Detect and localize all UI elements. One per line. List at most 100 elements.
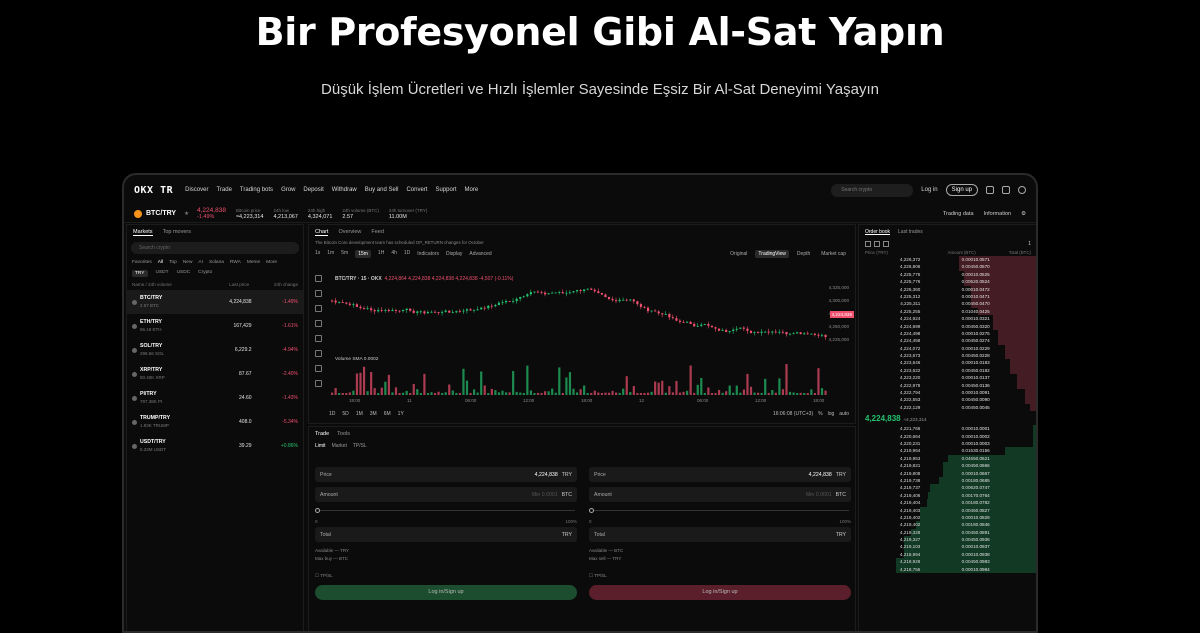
filter-rwa[interactable]: RWA [230, 260, 241, 265]
bid-row[interactable]: 4,218,755 0.0001 0.0984 [859, 565, 1036, 574]
ask-row[interactable]: 4,224,072 0.0001 0.0229 [859, 344, 1036, 353]
tab-last-trades[interactable]: Last trades [898, 229, 923, 235]
bids-only-icon[interactable] [874, 241, 880, 247]
filter-top[interactable]: Top [169, 260, 177, 265]
bid-row[interactable]: 4,220,231 0.0001 0.0003 [859, 439, 1036, 448]
bid-row[interactable]: 4,219,403 0.0045 0.0827 [859, 506, 1036, 514]
both-sides-icon[interactable] [865, 241, 871, 247]
bid-row[interactable]: 4,219,808 0.0001 0.0667 [859, 469, 1036, 477]
ask-row[interactable]: 4,223,622 0.0045 0.0182 [859, 366, 1036, 375]
bid-row[interactable]: 4,219,103 0.0001 0.0937 [859, 543, 1036, 551]
col-price[interactable]: Last price [200, 282, 249, 287]
nav-item-buy-and-sell[interactable]: Buy and Sell [365, 187, 399, 193]
nav-item-grow[interactable]: Grow [281, 187, 295, 193]
nav-item-trading-bots[interactable]: Trading bots [240, 187, 273, 193]
ticker-pair[interactable]: BTC/TRY [146, 210, 176, 217]
buy-total-field[interactable]: Total TRY [315, 527, 577, 542]
filter-all[interactable]: All [158, 260, 163, 265]
bid-row[interactable]: 4,219,404 0.0018 0.0782 [859, 499, 1036, 507]
login-link[interactable]: Log in [921, 187, 937, 193]
sell-amount-slider[interactable] [589, 507, 851, 515]
asks-only-icon[interactable] [883, 241, 889, 247]
market-row[interactable]: ETH/TRY 86.19 ETH 167,429 -1.61% [127, 314, 303, 338]
ask-row[interactable]: 4,222,794 0.0001 0.0091 [859, 389, 1036, 397]
bid-row[interactable]: 4,219,821 0.0045 0.0666 [859, 462, 1036, 470]
download-icon[interactable] [986, 186, 994, 194]
bid-row[interactable]: 4,219,953 0.0465 0.0621 [859, 454, 1036, 463]
bid-row[interactable]: 4,221,766 0.0001 0.0001 [859, 425, 1036, 433]
tab-tools[interactable]: Tools [337, 431, 350, 437]
filter-favorites[interactable]: Favorites [132, 260, 152, 265]
bid-row[interactable]: 4,218,928 0.0045 0.0983 [859, 558, 1036, 566]
tab-markets[interactable]: Markets [133, 229, 153, 236]
sell-amount-field[interactable]: Amount Min 0.0001 BTC [589, 487, 851, 502]
ask-row[interactable]: 4,225,255 0.0104 0.0425 [859, 307, 1036, 316]
buy-amount-field[interactable]: Amount Min 0.0001 BTC [315, 487, 577, 502]
ask-row[interactable]: 4,226,372 0.0001 0.0571 [859, 256, 1036, 264]
market-row[interactable]: BTC/TRY 2.57 BTC 4,224,838 -1.49% [127, 290, 303, 314]
nav-item-support[interactable]: Support [435, 187, 456, 193]
sell-login-button[interactable]: Log in/Sign up [589, 585, 851, 600]
market-row[interactable]: XRP/TRY 50.40K XRP 87.67 -2.40% [127, 362, 303, 386]
filter-new[interactable]: New [183, 260, 193, 265]
ask-row[interactable]: 4,223,646 0.0001 0.0183 [859, 359, 1036, 367]
bid-row[interactable]: 4,219,406 0.0017 0.0764 [859, 491, 1036, 500]
ask-row[interactable]: 4,224,498 0.0001 0.0275 [859, 329, 1036, 338]
range-5d[interactable]: 5D [342, 411, 348, 417]
buy-tpsl-checkbox[interactable]: ☐ TP/SL [315, 573, 577, 579]
sell-tpsl-checkbox[interactable]: ☐ TP/SL [589, 573, 851, 579]
okx-logo[interactable]: OKX TR [134, 185, 173, 196]
settings-icon[interactable]: ⚙ [1021, 211, 1026, 217]
ask-row[interactable]: 4,224,924 0.0001 0.0321 [859, 315, 1036, 323]
bell-icon[interactable] [1002, 186, 1010, 194]
order-type-market[interactable]: Market [332, 443, 347, 449]
sell-total-field[interactable]: Total TRY [589, 527, 851, 542]
nav-item-withdraw[interactable]: Withdraw [332, 187, 357, 193]
market-row[interactable]: PI/TRY 797.38K PI 24.60 -1.43% [127, 386, 303, 410]
quote-filter-try[interactable]: TRY [132, 270, 148, 277]
tick-size-select[interactable]: 1 [1028, 241, 1031, 247]
ask-row[interactable]: 4,225,360 0.0001 0.0472 [859, 285, 1036, 293]
filter-meme[interactable]: Meme [247, 260, 260, 265]
market-row[interactable]: SOL/TRY 298.66 SOL 6,229.2 -4.94% [127, 338, 303, 362]
ask-row[interactable]: 4,222,553 0.0045 0.0090 [859, 396, 1036, 404]
nav-item-convert[interactable]: Convert [406, 187, 427, 193]
sell-price-field[interactable]: Price 4,224,838 TRY [589, 467, 851, 482]
ask-row[interactable]: 4,223,673 0.0045 0.0228 [859, 352, 1036, 360]
filter-ai[interactable]: AI [198, 260, 203, 265]
order-type-tp-sl[interactable]: TP/SL [353, 443, 367, 449]
bid-row[interactable]: 4,219,402 0.0001 0.0828 [859, 513, 1036, 522]
ask-row[interactable]: 4,222,978 0.0045 0.0136 [859, 381, 1036, 390]
ask-row[interactable]: 4,224,458 0.0045 0.0274 [859, 337, 1036, 345]
scale-auto[interactable]: auto [839, 411, 849, 417]
scale-[interactable]: % [818, 411, 822, 417]
filter-solana[interactable]: Solana [209, 260, 224, 265]
buy-amount-slider[interactable] [315, 507, 577, 515]
trading-data-link[interactable]: Trading data [943, 211, 974, 217]
quote-filter-usdt[interactable]: USDT [156, 270, 169, 277]
ask-row[interactable]: 4,222,129 0.0045 0.0045 [859, 403, 1036, 412]
ask-row[interactable]: 4,225,776 0.0052 0.0524 [859, 278, 1036, 286]
buy-login-button[interactable]: Log in/Sign up [315, 585, 577, 600]
order-type-limit[interactable]: Limit [315, 443, 326, 449]
nav-item-deposit[interactable]: Deposit [303, 187, 323, 193]
bid-row[interactable]: 4,219,327 0.0045 0.0936 [859, 536, 1036, 544]
tab-top-movers[interactable]: Top movers [163, 229, 191, 235]
bid-row[interactable]: 4,218,994 0.0001 0.0938 [859, 550, 1036, 559]
tab-order-book[interactable]: Order book [865, 229, 891, 235]
ask-row[interactable]: 4,224,699 0.0045 0.0320 [859, 322, 1036, 330]
market-row[interactable]: TRUMP/TRY 1.83K TRUMP 408.0 -5.34% [127, 410, 303, 434]
col-change[interactable]: 24h change [249, 282, 298, 287]
star-icon[interactable]: ★ [184, 211, 189, 217]
signup-button[interactable]: Sign up [945, 184, 978, 196]
bid-row[interactable]: 4,219,402 0.0018 0.0846 [859, 521, 1036, 529]
bid-row[interactable]: 4,219,964 0.0153 0.0156 [859, 447, 1036, 455]
candlestick-chart[interactable] [309, 225, 857, 425]
search-input[interactable]: Search crypto [831, 183, 914, 197]
tab-trade[interactable]: Trade [315, 431, 329, 437]
ask-row[interactable]: 4,226,806 0.0045 0.0570 [859, 263, 1036, 271]
col-name[interactable]: Name / 24h volume [132, 282, 200, 287]
bid-row[interactable]: 4,220,664 0.0001 0.0002 [859, 432, 1036, 440]
filter-more[interactable]: More [266, 260, 277, 265]
nav-item-more[interactable]: More [465, 187, 479, 193]
